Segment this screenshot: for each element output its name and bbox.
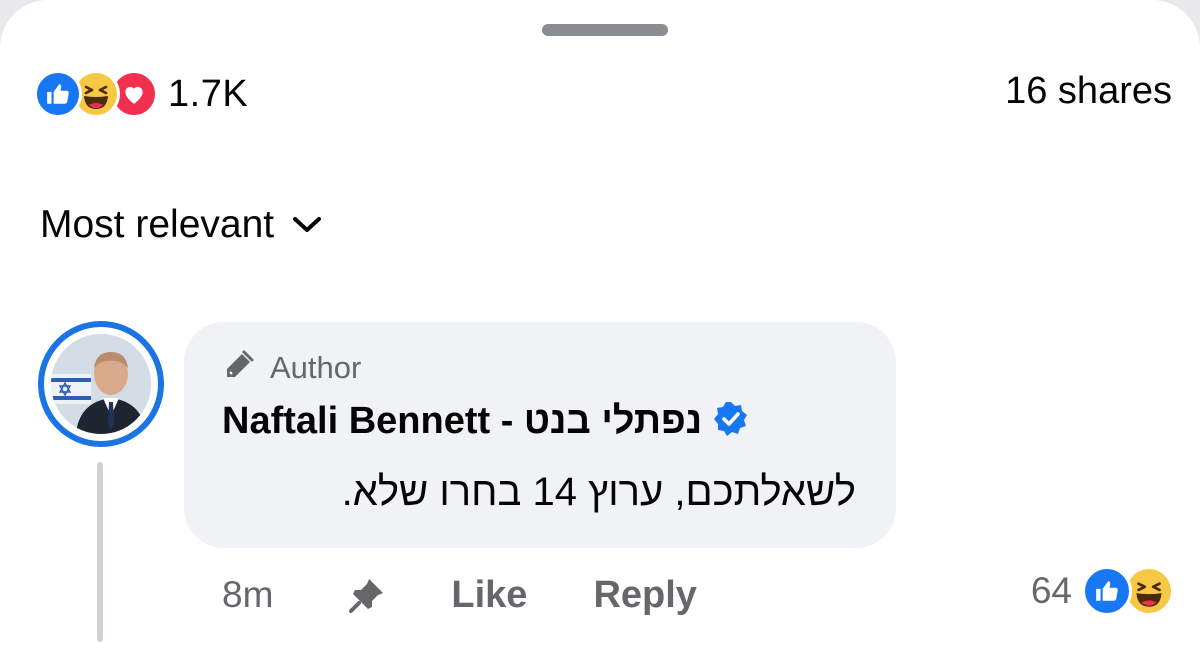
pen-icon	[222, 348, 256, 387]
like-icon	[34, 70, 82, 118]
comment-actions: 8m Like Reply	[222, 568, 697, 622]
reply-button[interactable]: Reply	[593, 574, 696, 617]
reactions-summary[interactable]: 1.7K	[34, 68, 248, 120]
comment-author[interactable]: Naftali Bennett - נפתלי בנט	[222, 400, 750, 443]
author-badge: Author	[222, 348, 361, 387]
drag-handle[interactable]	[542, 24, 668, 36]
pin-icon[interactable]	[347, 575, 387, 615]
shares-count[interactable]: 16 shares	[1005, 70, 1172, 113]
reaction-count: 1.7K	[168, 72, 249, 115]
author-badge-label: Author	[270, 349, 362, 385]
comments-sheet: 1.7K 16 shares Most relevant Author Naft…	[0, 0, 1200, 660]
thread-line	[97, 462, 103, 642]
author-name[interactable]: Naftali Bennett - נפתלי בנט	[222, 400, 702, 443]
comment-bubble[interactable]: Author Naftali Bennett - נפתלי בנט לשאלת…	[184, 322, 896, 548]
sort-label: Most relevant	[40, 203, 275, 246]
like-button[interactable]: Like	[451, 574, 527, 617]
reaction-icons	[34, 70, 158, 118]
avatar[interactable]	[38, 321, 164, 447]
comment-text: לשאלתכם, ערוץ 14 בחרו שלא.	[341, 470, 856, 514]
like-icon	[1082, 566, 1132, 616]
chevron-down-icon	[292, 215, 322, 240]
comment-time[interactable]: 8m	[222, 574, 273, 616]
comment-reaction-count: 64	[1030, 570, 1072, 611]
comment-reactions[interactable]: 64	[1031, 566, 1174, 616]
avatar-photo	[51, 334, 151, 434]
sort-dropdown[interactable]: Most relevant	[40, 203, 322, 247]
verified-badge-icon	[712, 400, 750, 443]
